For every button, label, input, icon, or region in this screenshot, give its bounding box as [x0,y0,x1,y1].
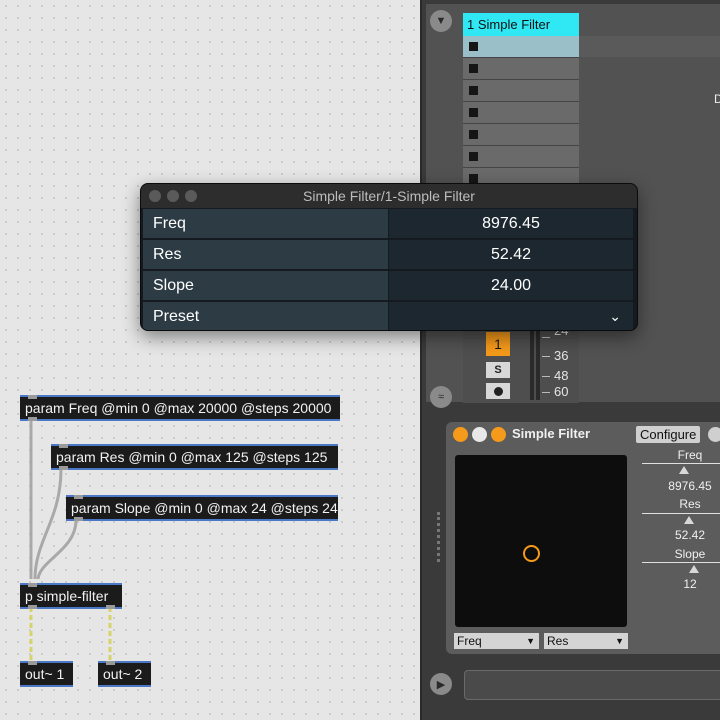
param-name: Freq [143,209,388,238]
wave-icon[interactable]: ≈ [430,386,452,408]
patch-cords [29,421,112,661]
stop-icon [469,152,478,161]
stop-icon [469,42,478,51]
clip-slots [463,36,579,190]
transport-bar [464,670,720,700]
freq-value: 8976.45 [668,479,712,493]
configure-button[interactable]: Configure [636,426,701,443]
chevron-down-icon: ⌄ [609,308,621,324]
slope-slider-track[interactable] [642,562,720,563]
param-name: Res [143,240,388,269]
res-slider-thumb[interactable] [684,516,694,524]
param-row-preset: Preset ⌄ [141,301,637,330]
stop-icon [469,64,478,73]
param-value-field[interactable]: 52.42 [389,240,633,269]
out1-object[interactable]: out~ 1 [20,661,73,687]
param-freq-text: param Freq @min 0 @max 20000 @steps 2000… [25,400,332,416]
monitor-button[interactable] [486,383,510,399]
freq-slider-thumb[interactable] [679,466,689,474]
subpatch-text: p simple-filter [25,588,109,604]
solo-button[interactable]: S [486,362,510,378]
param-freq-object[interactable]: param Freq @min 0 @max 20000 @steps 2000… [20,395,340,421]
slope-slider-thumb[interactable] [689,565,699,573]
param-row-slope: Slope 24.00 [141,270,637,301]
out1-text: out~ 1 [25,666,65,682]
preset-dropdown[interactable]: ⌄ [389,302,633,330]
refresh-icon[interactable] [708,427,720,442]
scene-strip [579,36,720,57]
param-slope-object[interactable]: param Slope @min 0 @max 24 @steps 24 [66,495,338,521]
stop-icon [469,130,478,139]
dropdown-arrow-icon: ▼ [526,636,535,646]
db-label: 48 [554,368,569,383]
param-res-text: param Res @min 0 @max 125 @steps 125 [56,449,328,465]
param-name: Preset [143,302,388,330]
clip-slot[interactable] [463,80,579,102]
device-edit-icon[interactable] [491,427,506,442]
x-param-select[interactable]: Freq ▼ [454,633,539,649]
db-tick [542,376,550,377]
param-value-field[interactable]: 8976.45 [389,209,633,238]
device-title: Simple Filter [512,426,591,441]
slope-value: 12 [683,577,697,591]
db-tick [542,392,550,393]
window-titlebar[interactable]: Simple Filter/1-Simple Filter [141,184,637,208]
track-title[interactable]: 1 Simple Filter [463,13,579,36]
track-activator-button[interactable]: 1 [486,332,510,356]
db-tick [542,337,550,338]
param-res-object[interactable]: param Res @min 0 @max 125 @steps 125 [51,444,338,470]
freq-slider-track[interactable] [642,463,720,464]
dropdown-arrow-icon: ▼ [615,636,624,646]
db-label: 36 [554,348,569,363]
parameter-window: Simple Filter/1-Simple Filter Freq 8976.… [140,183,638,331]
clip-slot[interactable] [463,146,579,168]
freq-label: Freq [677,448,703,462]
param-value-field[interactable]: 24.00 [389,271,633,300]
res-value: 52.42 [674,528,706,542]
res-slider-track[interactable] [642,513,720,514]
slope-label: Slope [674,547,706,561]
param-row-freq: Freq 8976.45 [141,208,637,239]
xy-handle[interactable] [523,545,540,562]
clip-slot[interactable] [463,58,579,80]
stop-icon [469,86,478,95]
param-slope-text: param Slope @min 0 @max 24 @steps 24 [71,500,338,516]
db-tick [542,356,550,357]
param-name: Slope [143,271,388,300]
clip-slot[interactable] [463,124,579,146]
clip-slot[interactable] [463,36,579,58]
out2-text: out~ 2 [103,666,143,682]
device-power-icon[interactable] [453,427,468,442]
device-header: Simple Filter Configure [446,422,720,446]
device-play-icon[interactable] [472,427,487,442]
collapse-arrow-icon[interactable]: ▼ [430,10,452,32]
db-label: 60 [554,384,569,399]
xy-pad[interactable] [455,455,627,627]
subpatch-object[interactable]: p simple-filter [20,583,122,609]
out2-object[interactable]: out~ 2 [98,661,151,687]
stop-icon [469,174,478,183]
level-meter-right [536,330,540,400]
window-title: Simple Filter/1-Simple Filter [303,188,475,204]
clock-icon [493,386,503,396]
param-row-res: Res 52.42 [141,239,637,270]
partial-label: D [714,92,720,106]
y-param-value: Res [547,634,569,648]
res-label: Res [679,497,701,511]
level-meter-left [530,330,534,400]
y-param-select[interactable]: Res ▼ [544,633,628,649]
clip-slot[interactable] [463,102,579,124]
stop-icon [469,108,478,117]
play-icon[interactable]: ▶ [430,673,452,695]
grip-handle[interactable] [437,512,443,562]
x-param-value: Freq [457,634,482,648]
